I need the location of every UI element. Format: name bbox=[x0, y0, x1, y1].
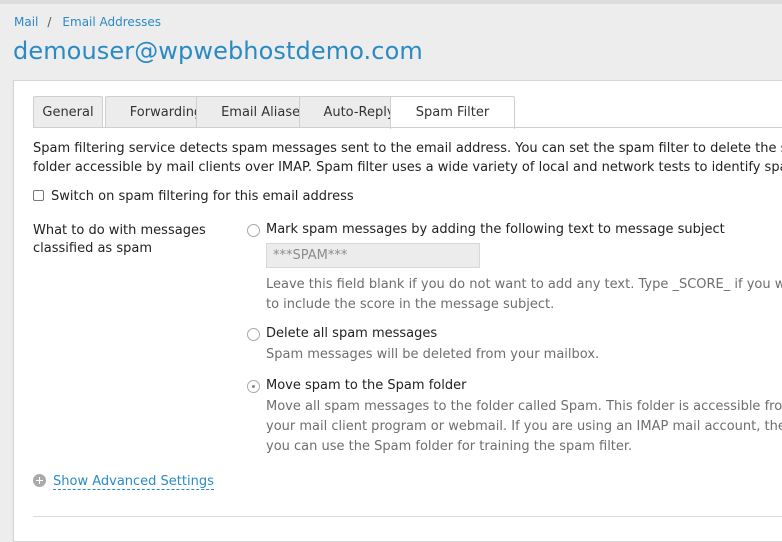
tab-general[interactable]: General bbox=[33, 96, 103, 127]
spam-subject-text-input[interactable] bbox=[266, 243, 480, 268]
description-line: folder accessible by mail clients over I… bbox=[33, 160, 782, 175]
delete-spam-radio[interactable] bbox=[247, 328, 260, 341]
hint-line: Spam messages will be deleted from your … bbox=[266, 347, 600, 362]
spam-filter-description: Spam filtering service detects spam mess… bbox=[33, 139, 782, 177]
delete-spam-hint: Spam messages will be deleted from your … bbox=[266, 345, 782, 365]
hint-line: Leave this field blank if you do not wan… bbox=[266, 277, 782, 292]
breadcrumb: Mail / Email Addresses bbox=[14, 15, 161, 29]
hint-line: Move all spam messages to the folder cal… bbox=[266, 399, 782, 414]
switch-spam-filter-row: Switch on spam filtering for this email … bbox=[33, 189, 354, 204]
mark-subject-hint: Leave this field blank if you do not wan… bbox=[266, 275, 782, 315]
breadcrumb-mail-link[interactable]: Mail bbox=[14, 15, 38, 29]
hint-line: you can use the Spam folder for training… bbox=[266, 439, 633, 454]
switch-spam-filter-label[interactable]: Switch on spam filtering for this email … bbox=[51, 189, 354, 204]
spam-action-label: What to do with messages classified as s… bbox=[33, 223, 206, 256]
hint-line: your mail client program or webmail. If … bbox=[266, 419, 782, 434]
page-title: demouser@wpwebhostdemo.com bbox=[13, 37, 423, 65]
move-to-spam-label[interactable]: Move spam to the Spam folder bbox=[266, 378, 466, 393]
tabs-divider bbox=[33, 127, 782, 128]
mark-subject-label[interactable]: Mark spam messages by adding the followi… bbox=[266, 222, 725, 237]
section-divider bbox=[33, 516, 782, 517]
description-line: Spam filtering service detects spam mess… bbox=[33, 141, 782, 156]
switch-spam-filter-checkbox[interactable] bbox=[33, 190, 44, 201]
advanced-settings-toggle: Show Advanced Settings bbox=[33, 474, 214, 490]
plus-circle-icon[interactable] bbox=[33, 474, 46, 487]
breadcrumb-separator: / bbox=[47, 15, 52, 29]
mark-subject-radio[interactable] bbox=[247, 224, 260, 237]
show-advanced-settings-link[interactable]: Show Advanced Settings bbox=[53, 474, 214, 490]
hint-line: to include the score in the message subj… bbox=[266, 297, 555, 312]
delete-spam-label[interactable]: Delete all spam messages bbox=[266, 326, 437, 341]
move-to-spam-radio[interactable] bbox=[247, 380, 260, 393]
top-border bbox=[0, 0, 782, 4]
breadcrumb-email-addresses-link[interactable]: Email Addresses bbox=[62, 15, 161, 29]
tab-spam-filter[interactable]: Spam Filter bbox=[390, 96, 515, 129]
move-to-spam-hint: Move all spam messages to the folder cal… bbox=[266, 397, 782, 457]
